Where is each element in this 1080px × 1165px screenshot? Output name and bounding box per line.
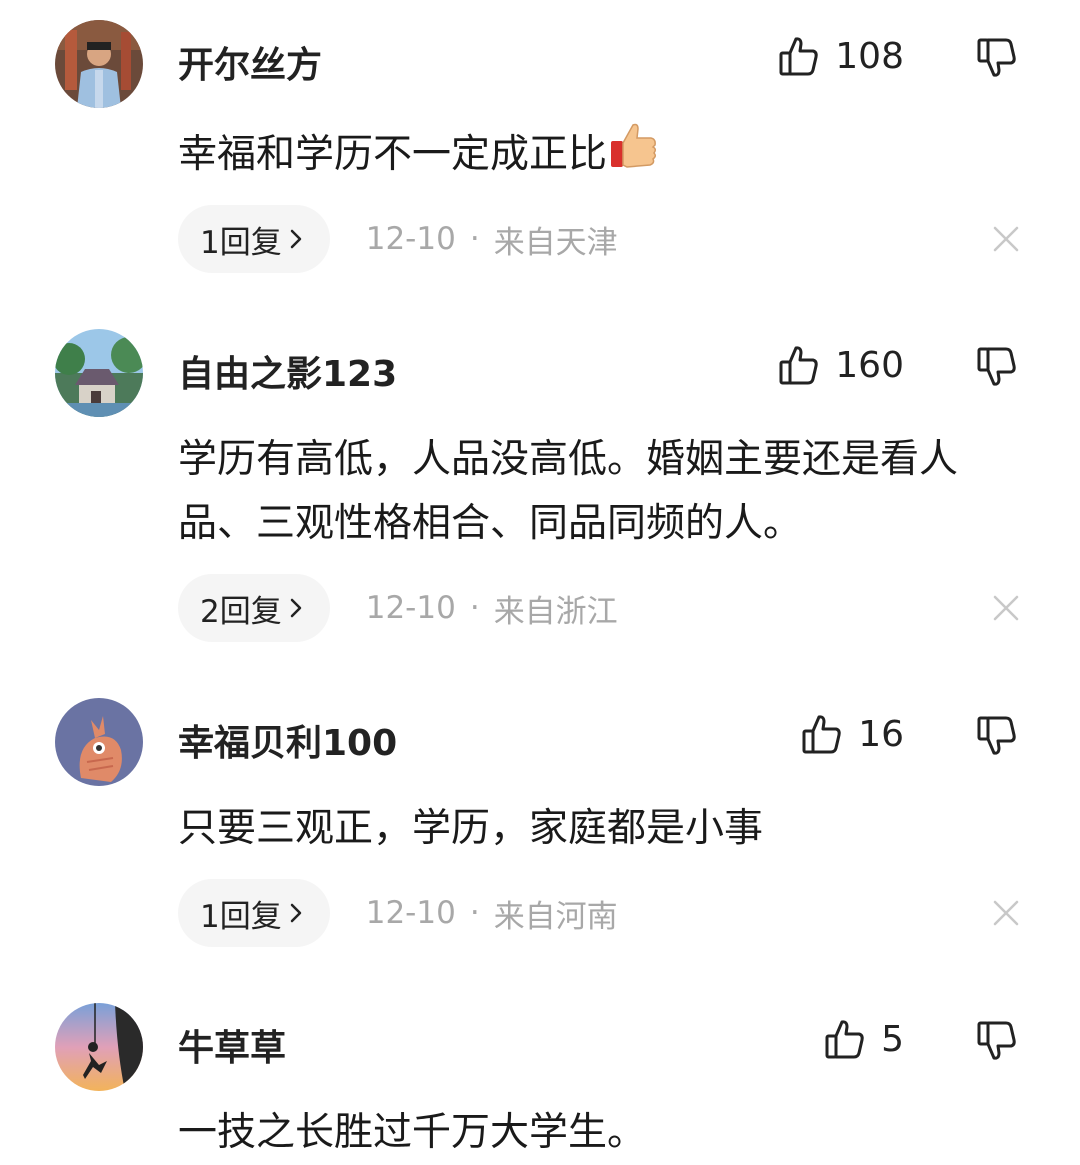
avatar[interactable] — [55, 329, 143, 417]
meta-separator: · — [469, 221, 480, 257]
comment-location: 来自天津 — [493, 224, 618, 261]
comment-text-content: 幸福和学历不一定成正比 — [178, 132, 608, 177]
comment-location: 来自河南 — [493, 898, 618, 935]
comment-text: 学历有高低，人品没高低。婚姻主要还是看人品、三观性格相合、同品同频的人。 — [178, 437, 959, 546]
comment-location: 来自浙江 — [493, 593, 618, 630]
like-count: 108 — [835, 35, 904, 77]
comment-date: 12-10 — [365, 590, 456, 626]
thumbs-down-icon[interactable] — [975, 345, 1019, 389]
reply-count-button[interactable]: 1回复 — [178, 879, 330, 947]
close-icon[interactable] — [992, 225, 1020, 253]
reply-count-button[interactable]: 2回复 — [178, 574, 330, 642]
thumbs-up-icon — [802, 715, 841, 754]
comment-meta: 1回复 12-10 · 来自天津 — [178, 205, 618, 273]
avatar[interactable] — [55, 1003, 143, 1091]
comment-meta: 1回复 12-10 · 来自河南 — [178, 879, 618, 947]
thumbs-down-icon[interactable] — [975, 1019, 1019, 1063]
like-button[interactable]: 16 — [800, 712, 904, 756]
reply-count-label: 1回复 — [200, 898, 282, 935]
chevron-right-icon — [290, 903, 301, 923]
thumbs-down-icon[interactable] — [975, 36, 1019, 80]
avatar[interactable] — [55, 20, 143, 108]
thumbs-up-emoji-icon — [611, 123, 657, 168]
avatar-image — [55, 1003, 143, 1091]
chevron-right-icon — [290, 598, 301, 618]
avatar-image — [55, 329, 143, 417]
thumbs-down-icon[interactable] — [975, 714, 1019, 758]
like-button[interactable]: 5 — [823, 1017, 904, 1061]
meta-separator: · — [469, 895, 480, 931]
close-icon[interactable] — [992, 594, 1020, 622]
reply-count-button[interactable]: 1回复 — [178, 205, 330, 273]
like-button[interactable]: 108 — [777, 34, 904, 78]
reply-count-label: 2回复 — [200, 593, 282, 630]
username[interactable]: 自由之影123 — [178, 345, 397, 397]
like-button[interactable]: 160 — [777, 343, 904, 387]
username[interactable]: 牛草草 — [178, 1019, 286, 1071]
avatar-image — [55, 20, 143, 108]
thumbs-up-icon — [825, 1020, 864, 1059]
username[interactable]: 开尔丝方 — [178, 36, 322, 88]
comment-text: 幸福和学历不一定成正比 — [178, 119, 1018, 187]
avatar[interactable] — [55, 698, 143, 786]
comment-date: 12-10 — [365, 895, 456, 931]
thumbs-up-icon — [779, 346, 818, 385]
comment-text: 只要三观正，学历，家庭都是小事 — [178, 806, 764, 851]
reply-count-label: 1回复 — [200, 224, 282, 261]
comment-text: 一技之长胜过千万大学生。 — [178, 1110, 647, 1155]
close-icon[interactable] — [992, 899, 1020, 927]
like-count: 160 — [835, 344, 904, 386]
comment-date: 12-10 — [365, 221, 456, 257]
thumbs-up-icon — [779, 37, 818, 76]
avatar-image — [55, 698, 143, 786]
comment-meta: 2回复 12-10 · 来自浙江 — [178, 574, 618, 642]
meta-separator: · — [469, 590, 480, 626]
username[interactable]: 幸福贝利100 — [178, 714, 397, 766]
like-count: 5 — [881, 1018, 904, 1060]
like-count: 16 — [858, 713, 904, 755]
chevron-right-icon — [290, 229, 301, 249]
